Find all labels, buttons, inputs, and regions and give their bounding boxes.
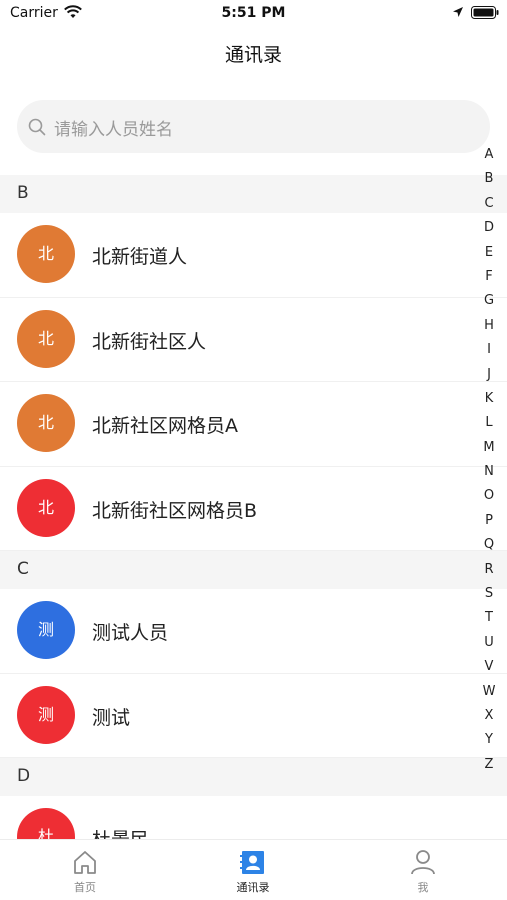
index-letter[interactable]: D bbox=[476, 216, 502, 240]
index-letter[interactable]: I bbox=[476, 338, 502, 362]
contacts-icon bbox=[239, 848, 267, 876]
index-letter[interactable]: E bbox=[476, 241, 502, 265]
index-letter[interactable]: O bbox=[476, 484, 502, 508]
contact-row[interactable]: 北北新街道人 bbox=[0, 213, 507, 298]
search-placeholder: 请输入人员姓名 bbox=[54, 120, 173, 140]
section-letter: D bbox=[17, 766, 31, 786]
battery-icon bbox=[471, 6, 499, 19]
index-letter[interactable]: U bbox=[476, 631, 502, 655]
location-arrow-icon bbox=[453, 7, 463, 17]
search-icon bbox=[28, 118, 46, 136]
index-letter[interactable]: X bbox=[476, 704, 502, 728]
contact-row[interactable]: 北北新街社区网格员B bbox=[0, 466, 507, 551]
index-letter[interactable]: A bbox=[476, 143, 502, 167]
index-letter[interactable]: M bbox=[476, 436, 502, 460]
tab-label: 首页 bbox=[74, 881, 96, 894]
index-letter[interactable]: G bbox=[476, 289, 502, 313]
tab-home[interactable]: 首页 bbox=[25, 840, 145, 900]
user-icon bbox=[409, 848, 437, 876]
avatar: 北 bbox=[17, 394, 75, 452]
index-letter[interactable]: B bbox=[476, 167, 502, 191]
section-header: D bbox=[0, 758, 507, 796]
section-header: B bbox=[0, 175, 507, 213]
contact-name: 北新街道人 bbox=[92, 246, 188, 268]
contact-name: 北新街社区网格员B bbox=[92, 499, 258, 522]
section-letter: B bbox=[17, 183, 29, 203]
contact-name: 北新社区网格员A bbox=[92, 415, 238, 437]
contact-name: 杜景民 bbox=[92, 825, 149, 839]
index-letter[interactable]: V bbox=[476, 655, 502, 679]
avatar: 北 bbox=[17, 225, 75, 283]
section-letter: C bbox=[17, 559, 29, 579]
avatar: 北 bbox=[17, 478, 75, 537]
contact-row[interactable]: 北北新街社区人 bbox=[0, 297, 507, 382]
contact-row[interactable]: 测测试 bbox=[0, 673, 507, 758]
tab-bar: 首页 通讯录 我 bbox=[0, 839, 507, 900]
page-title: 通讯录 bbox=[224, 44, 282, 66]
section-header: C bbox=[0, 551, 507, 589]
tab-label: 通讯录 bbox=[236, 881, 270, 894]
contact-name: 测试人员 bbox=[92, 622, 169, 644]
index-letter[interactable]: N bbox=[476, 460, 502, 484]
index-letter[interactable]: C bbox=[476, 192, 502, 216]
index-letter[interactable]: S bbox=[476, 582, 502, 606]
contact-name: 北新街社区人 bbox=[92, 330, 207, 353]
status-bar: Carrier 5:51 PM bbox=[0, 0, 507, 28]
avatar: 测 bbox=[17, 685, 75, 744]
status-time: 5:51 PM bbox=[221, 5, 286, 21]
contact-row[interactable]: 测测试人员 bbox=[0, 589, 507, 674]
home-icon bbox=[71, 848, 99, 876]
avatar: 杜 bbox=[17, 808, 75, 839]
index-letter[interactable]: Z bbox=[476, 753, 502, 777]
tab-contacts[interactable]: 通讯录 bbox=[193, 840, 313, 900]
tab-label: 我 bbox=[417, 881, 429, 894]
index-letter[interactable]: K bbox=[476, 387, 502, 411]
avatar: 测 bbox=[17, 601, 75, 659]
index-letter[interactable]: P bbox=[476, 509, 502, 533]
contact-list[interactable]: B 北北新街道人北北新街社区人北北新社区网格员A 北北新街社区网格员B C 测测试人员测… bbox=[0, 175, 507, 839]
index-letter[interactable]: L bbox=[476, 411, 502, 435]
contact-name: 测试 bbox=[92, 706, 131, 729]
contact-row[interactable]: 北北新社区网格员A bbox=[0, 382, 507, 467]
avatar: 北 bbox=[17, 309, 75, 368]
index-letter[interactable]: F bbox=[476, 265, 502, 289]
index-letter[interactable]: Y bbox=[476, 728, 502, 752]
tab-user[interactable]: 我 bbox=[363, 840, 483, 900]
contact-row[interactable]: 杜杜景民 bbox=[0, 796, 507, 839]
index-letter[interactable]: W bbox=[476, 680, 502, 704]
index-letter[interactable]: Q bbox=[476, 533, 502, 557]
index-letter[interactable]: R bbox=[476, 558, 502, 582]
index-letter[interactable]: J bbox=[476, 363, 502, 387]
search-input[interactable]: 请输入人员姓名 bbox=[17, 100, 490, 153]
index-letter[interactable]: T bbox=[476, 606, 502, 630]
alphabet-index[interactable]: ABCDEFGHIJKLMNOPQRSTUVWXYZ bbox=[476, 143, 502, 777]
index-letter[interactable]: H bbox=[476, 314, 502, 338]
